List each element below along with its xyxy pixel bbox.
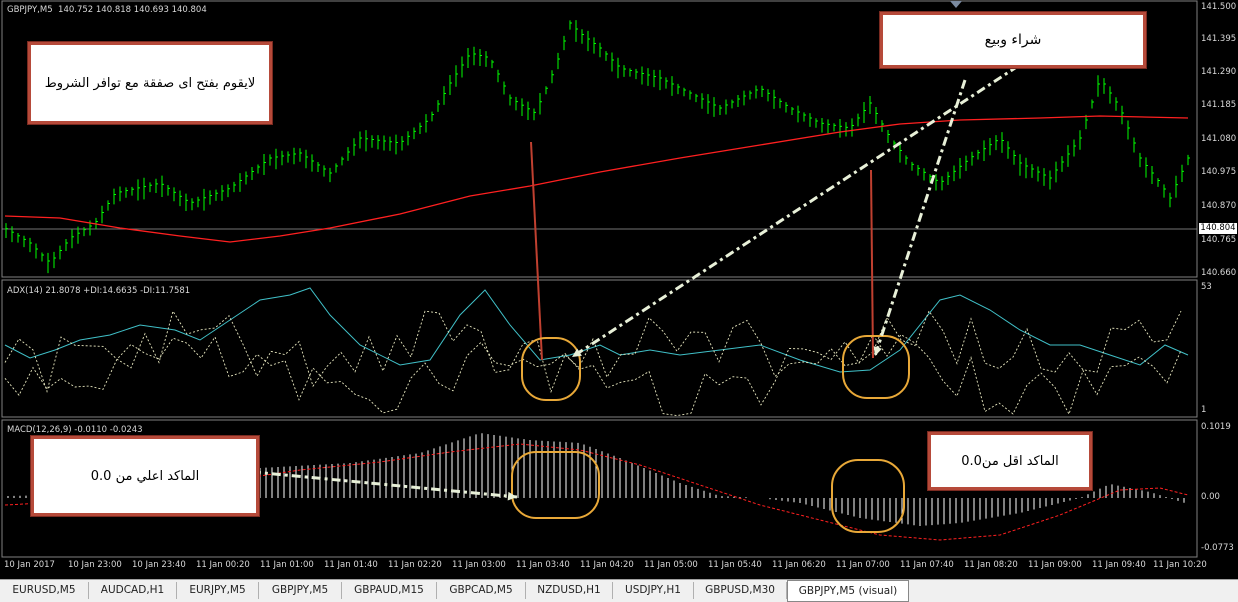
macd-label: MACD(12,26,9) -0.0110 -0.0243 xyxy=(7,425,143,435)
tab-usdjpy-h1[interactable]: USDJPY,H1 xyxy=(613,582,694,599)
price-tick: 141.395 xyxy=(1201,34,1237,44)
note-buy-sell: شراء وبيع xyxy=(880,12,1146,68)
adx-label: ADX(14) 21.8078 +DI:14.6635 -DI:11.7581 xyxy=(7,286,191,296)
plus-di-line xyxy=(4,310,1182,394)
price-tick: 141.185 xyxy=(1201,100,1237,110)
time-tick: 11 Jan 09:40 xyxy=(1092,560,1146,570)
pointer-line-left xyxy=(530,141,543,361)
macd-tick: 0.1019 xyxy=(1201,422,1231,432)
arrow-to-adx-right-head xyxy=(873,346,882,356)
tab-gbpjpy-m5-visual[interactable]: GBPJPY,M5 (visual) xyxy=(787,580,909,602)
tab-eurjpy-m5[interactable]: EURJPY,M5 xyxy=(177,582,259,599)
chart-shift-marker xyxy=(950,1,962,8)
time-tick: 11 Jan 06:20 xyxy=(772,560,826,570)
minus-di-line xyxy=(4,333,1182,417)
adx-pane-frame xyxy=(1,279,1198,418)
price-tick: 140.660 xyxy=(1201,268,1237,278)
note-no-trade: لايقوم بفتح اى صفقة مع توافر الشروط xyxy=(28,42,272,124)
time-tick: 11 Jan 08:20 xyxy=(964,560,1018,570)
time-tick: 11 Jan 07:40 xyxy=(900,560,954,570)
arrow-to-adx-left xyxy=(571,53,1036,359)
adx-tick: 1 xyxy=(1201,405,1207,415)
price-tick: 141.290 xyxy=(1201,67,1237,77)
note-macd-below-zero: الماكد اقل من0.0 xyxy=(928,432,1092,490)
price-tick: 140.975 xyxy=(1201,167,1237,177)
pointer-line-right xyxy=(870,169,874,359)
note-macd-above-zero: الماكد اعلي من 0.0 xyxy=(31,436,259,516)
chart-symbol: GBPJPY,M5 xyxy=(7,5,53,15)
price-tick: 140.765 xyxy=(1201,235,1237,245)
chart-ohlc: 140.752 140.818 140.693 140.804 xyxy=(58,5,207,15)
tab-gbpjpy-m5[interactable]: GBPJPY,M5 xyxy=(259,582,342,599)
time-tick: 11 Jan 03:00 xyxy=(452,560,506,570)
adx-tick: 53 xyxy=(1201,282,1212,292)
tab-audcad-h1[interactable]: AUDCAD,H1 xyxy=(89,582,177,599)
time-tick: 11 Jan 04:20 xyxy=(580,560,634,570)
tab-gbpcad-m5[interactable]: GBPCAD,M5 xyxy=(437,582,526,599)
tab-eurusd-m5[interactable]: EURUSD,M5 xyxy=(0,582,89,599)
time-tick: 11 Jan 03:40 xyxy=(516,560,570,570)
time-tick: 11 Jan 05:00 xyxy=(644,560,698,570)
time-tick: 11 Jan 01:40 xyxy=(324,560,378,570)
time-tick: 11 Jan 01:00 xyxy=(260,560,314,570)
tab-gbpaud-m15[interactable]: GBPAUD,M15 xyxy=(342,582,437,599)
tab-gbpusd-m30[interactable]: GBPUSD,M30 xyxy=(694,582,787,599)
time-tick: 10 Jan 23:00 xyxy=(68,560,122,570)
time-tick: 11 Jan 00:20 xyxy=(196,560,250,570)
time-tick: 10 Jan 23:40 xyxy=(132,560,186,570)
macd-tick: 0.00 xyxy=(1201,492,1220,502)
highlight-circle-macd-left xyxy=(511,451,600,519)
moving-average-line xyxy=(4,115,1189,243)
tab-nzdusd-h1[interactable]: NZDUSD,H1 xyxy=(526,582,613,599)
price-tick: 141.080 xyxy=(1201,134,1237,144)
time-tick: 11 Jan 10:20 xyxy=(1153,560,1207,570)
time-tick: 11 Jan 07:00 xyxy=(836,560,890,570)
symbol-tab-bar: EURUSD,M5 AUDCAD,H1 EURJPY,M5 GBPJPY,M5 … xyxy=(0,579,1238,602)
time-tick: 11 Jan 05:40 xyxy=(708,560,762,570)
arrow-to-adx-right xyxy=(873,79,967,357)
highlight-circle-macd-right xyxy=(831,459,905,533)
time-tick: 11 Jan 02:20 xyxy=(388,560,442,570)
time-tick: 10 Jan 2017 xyxy=(4,560,55,570)
price-tick: 140.870 xyxy=(1201,201,1237,211)
chart-symbol-label: GBPJPY,M5 140.752 140.818 140.693 140.80… xyxy=(7,5,207,15)
current-price-badge: 140.804 xyxy=(1199,223,1237,234)
price-tick: 141.500 xyxy=(1201,2,1237,12)
time-tick: 11 Jan 09:00 xyxy=(1028,560,1082,570)
macd-tick: -0.0773 xyxy=(1201,543,1234,553)
